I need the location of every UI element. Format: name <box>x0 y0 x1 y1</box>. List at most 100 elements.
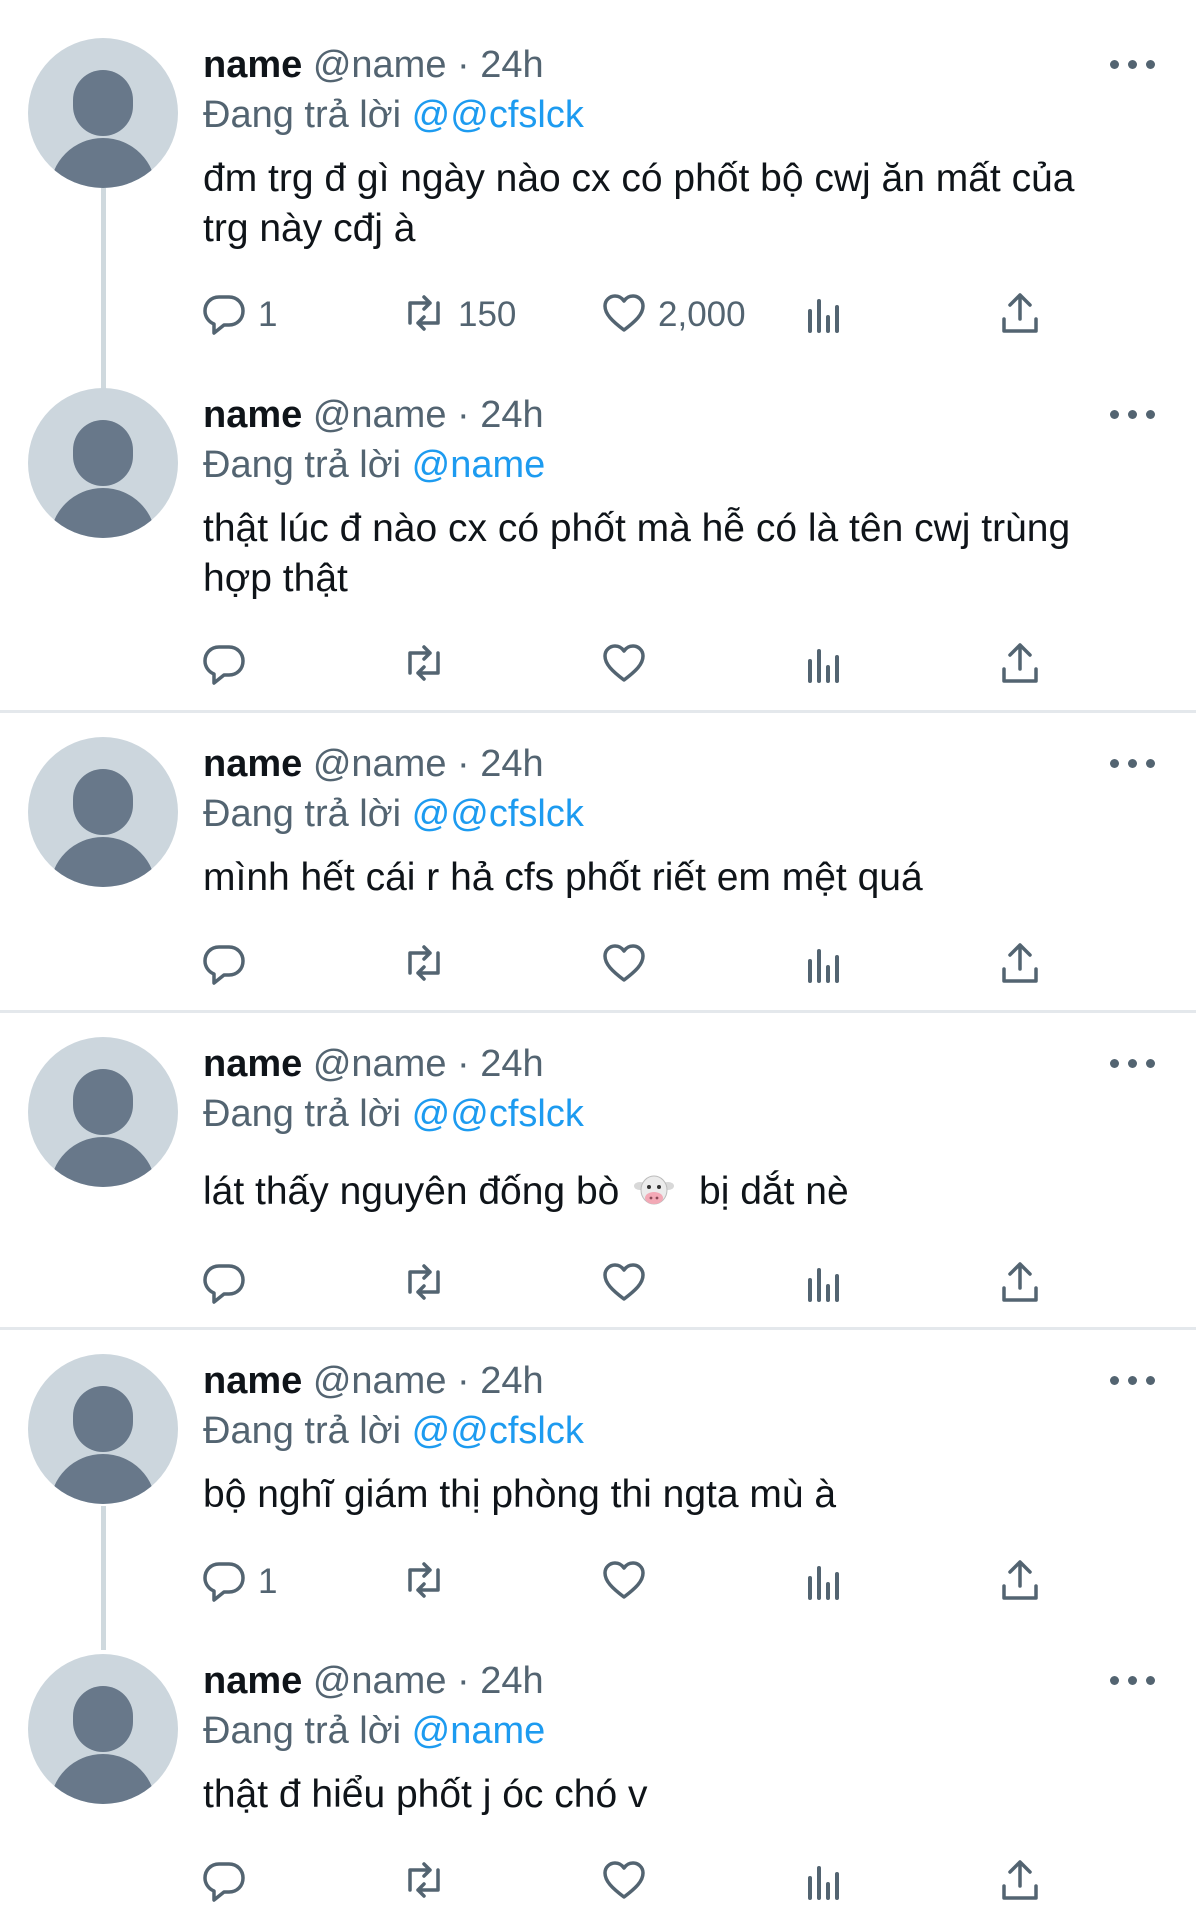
handle[interactable]: @name <box>313 394 447 436</box>
tweet-text: đm trg đ gì ngày nào cx có phốt bộ cwj ă… <box>203 157 1075 250</box>
replying-to-label: Đang trả lời <box>203 94 402 136</box>
views-button[interactable] <box>800 290 848 340</box>
replying-to-label: Đang trả lời <box>203 1410 402 1452</box>
replying-to: Đang trả lời @name <box>203 1709 545 1753</box>
reply-feed: name @name · 24h Đang trả lời @@cfslck đ… <box>0 0 1196 1920</box>
more-icon[interactable] <box>1110 1055 1156 1071</box>
handle[interactable]: @name <box>313 743 447 785</box>
views-button[interactable] <box>800 1259 848 1309</box>
avatar[interactable] <box>28 1037 178 1187</box>
tweet-header: name @name · 24h <box>203 1042 544 1086</box>
views-button[interactable] <box>800 640 848 690</box>
action-bar: 1 <box>0 1557 1196 1607</box>
more-icon[interactable] <box>1110 56 1156 72</box>
tweet-header: name @name · 24h <box>203 1659 544 1703</box>
more-icon[interactable] <box>1110 1672 1156 1688</box>
avatar[interactable] <box>28 1354 178 1504</box>
reply-count: 1 <box>258 1562 278 1601</box>
avatar[interactable] <box>28 388 178 538</box>
like-button[interactable] <box>600 1259 658 1309</box>
more-icon[interactable] <box>1110 1372 1156 1388</box>
avatar[interactable] <box>28 38 178 188</box>
retweet-icon <box>400 289 448 342</box>
timestamp[interactable]: 24h <box>480 1360 543 1402</box>
replying-to-label: Đang trả lời <box>203 444 402 486</box>
retweet-icon <box>400 1556 448 1609</box>
share-icon <box>996 1556 1044 1609</box>
reply-button[interactable] <box>200 1857 258 1907</box>
display-name[interactable]: name <box>203 1360 302 1402</box>
action-bar: 1 150 2,000 <box>0 290 1196 340</box>
share-button[interactable] <box>996 1259 1044 1309</box>
display-name[interactable]: name <box>203 1043 302 1085</box>
display-name[interactable]: name <box>203 394 302 436</box>
like-button[interactable] <box>600 640 658 690</box>
mention-link[interactable]: @@cfslck <box>412 793 584 835</box>
separator-dot: · <box>457 743 470 785</box>
reply-button[interactable] <box>200 1259 258 1309</box>
timestamp[interactable]: 24h <box>480 1660 543 1702</box>
like-button[interactable] <box>600 940 658 990</box>
retweet-button[interactable] <box>400 940 458 990</box>
share-icon <box>996 939 1044 992</box>
views-button[interactable] <box>800 1857 848 1907</box>
heart-icon <box>600 1856 648 1909</box>
display-name[interactable]: name <box>203 1660 302 1702</box>
reply-button[interactable] <box>200 640 258 690</box>
avatar[interactable] <box>28 737 178 887</box>
reply-button[interactable]: 1 <box>200 290 277 340</box>
share-icon <box>996 1258 1044 1311</box>
like-button[interactable] <box>600 1557 658 1607</box>
heart-icon <box>600 1258 648 1311</box>
views-button[interactable] <box>800 1557 848 1607</box>
mention-link[interactable]: @name <box>412 444 546 486</box>
timestamp[interactable]: 24h <box>480 44 543 86</box>
share-button[interactable] <box>996 940 1044 990</box>
tweet-text: thật lúc đ nào cx có phốt mà hễ có là tê… <box>203 507 1071 600</box>
handle[interactable]: @name <box>313 1660 447 1702</box>
reply-icon <box>200 1856 248 1909</box>
mention-link[interactable]: @@cfslck <box>412 94 584 136</box>
reply-button[interactable]: 1 <box>200 1557 277 1607</box>
timestamp[interactable]: 24h <box>480 394 543 436</box>
timestamp[interactable]: 24h <box>480 743 543 785</box>
action-bar <box>0 1857 1196 1907</box>
divider <box>0 710 1196 713</box>
share-button[interactable] <box>996 1857 1044 1907</box>
mention-link[interactable]: @@cfslck <box>412 1093 584 1135</box>
handle[interactable]: @name <box>313 1043 447 1085</box>
retweet-button[interactable] <box>400 1557 458 1607</box>
handle[interactable]: @name <box>313 44 447 86</box>
retweet-button[interactable]: 150 <box>400 290 516 340</box>
reply-icon <box>200 1556 248 1609</box>
action-bar <box>0 940 1196 990</box>
share-button[interactable] <box>996 290 1044 340</box>
retweet-button[interactable] <box>400 1259 458 1309</box>
more-icon[interactable] <box>1110 406 1156 422</box>
share-button[interactable] <box>996 1557 1044 1607</box>
cow-face-emoji <box>634 1171 675 1205</box>
display-name[interactable]: name <box>203 44 302 86</box>
views-button[interactable] <box>800 940 848 990</box>
tweet-header: name @name · 24h <box>203 1359 544 1403</box>
share-button[interactable] <box>996 640 1044 690</box>
heart-icon <box>600 939 648 992</box>
display-name[interactable]: name <box>203 743 302 785</box>
retweet-button[interactable] <box>400 640 458 690</box>
retweet-button[interactable] <box>400 1857 458 1907</box>
tweet-text: mình hết cái r hả cfs phốt riết em mệt q… <box>203 856 923 899</box>
tweet-text-part: bị dắt nè <box>699 1170 849 1213</box>
like-button[interactable] <box>600 1857 658 1907</box>
retweet-icon <box>400 639 448 692</box>
like-button[interactable]: 2,000 <box>600 290 746 340</box>
avatar[interactable] <box>28 1654 178 1804</box>
divider <box>0 1327 1196 1330</box>
mention-link[interactable]: @@cfslck <box>412 1410 584 1452</box>
timestamp[interactable]: 24h <box>480 1043 543 1085</box>
handle[interactable]: @name <box>313 1360 447 1402</box>
reply-button[interactable] <box>200 940 258 990</box>
analytics-icon <box>800 1556 848 1609</box>
mention-link[interactable]: @name <box>412 1710 546 1752</box>
more-icon[interactable] <box>1110 755 1156 771</box>
retweet-icon <box>400 1856 448 1909</box>
